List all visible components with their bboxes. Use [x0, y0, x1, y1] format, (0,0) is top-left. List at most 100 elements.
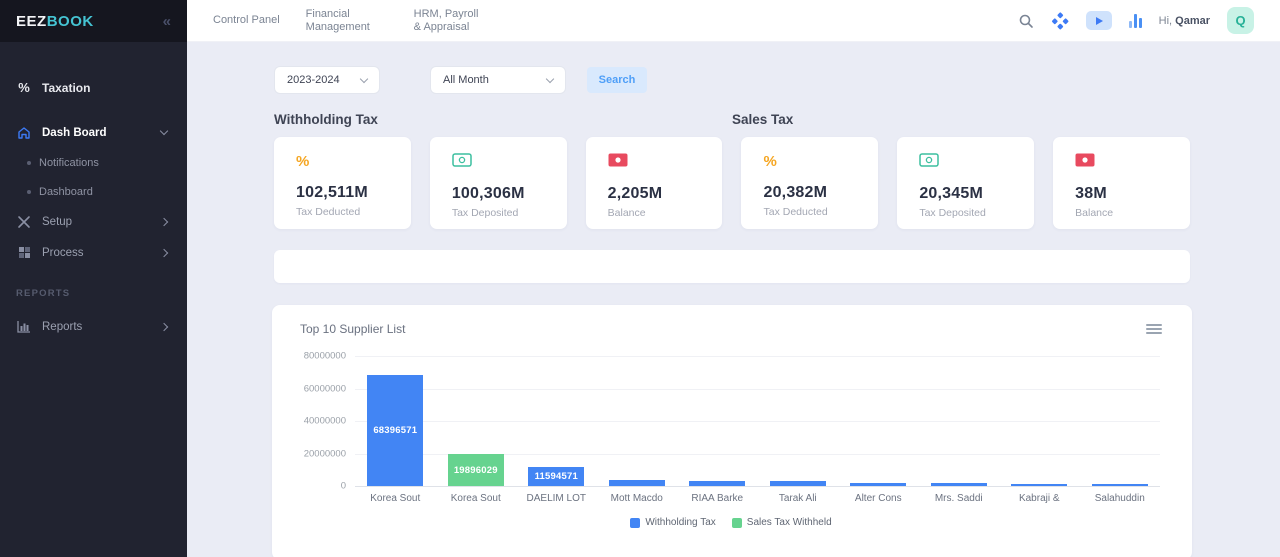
- home-icon: [16, 126, 32, 140]
- x-category-label: Alter Cons: [838, 493, 919, 504]
- y-tick: 60000000: [304, 383, 346, 394]
- play-triangle: [1096, 17, 1103, 25]
- x-axis-line: [355, 486, 1160, 487]
- card-st-tax-deducted: % 20,382M Tax Deducted: [741, 137, 878, 229]
- percent-icon: %: [16, 80, 32, 95]
- legend-swatch: [630, 518, 640, 528]
- sidebar-item-dashboard-parent[interactable]: Dash Board: [0, 117, 187, 148]
- bar: [931, 483, 987, 486]
- sales-tax-title: Sales Tax: [732, 112, 1190, 127]
- sidebar-subitem-label: Dashboard: [39, 186, 93, 198]
- stat-label: Tax Deducted: [296, 206, 395, 218]
- x-category-label: Korea Sout: [436, 493, 517, 504]
- bar-slot: 68396571: [355, 356, 436, 486]
- stat-value: 102,511M: [296, 184, 395, 202]
- card-wht-tax-deposited: 100,306M Tax Deposited: [430, 137, 567, 229]
- y-tick: 80000000: [304, 351, 346, 362]
- sidebar-nav: % Taxation Dash Board Notifications Dash…: [0, 42, 187, 342]
- sidebar-item-notifications[interactable]: Notifications: [0, 148, 187, 177]
- bar-value-label: 11594571: [535, 471, 578, 482]
- sidebar-item-process[interactable]: Process: [0, 237, 187, 268]
- x-category-label: Mott Macdo: [597, 493, 678, 504]
- y-tick: 0: [341, 481, 346, 492]
- stat-cards-row: % 102,511M Tax Deducted 100,306M Tax Dep…: [274, 137, 1190, 229]
- stat-value: 100,306M: [452, 185, 551, 203]
- chart-legend: Withholding Tax Sales Tax Withheld: [300, 517, 1162, 528]
- bars-container: 68396571 19896029 11594571: [355, 356, 1160, 486]
- nav-control-panel[interactable]: Control Panel: [213, 14, 280, 27]
- legend-withholding-tax[interactable]: Withholding Tax: [630, 517, 715, 528]
- tools-icon: [16, 215, 32, 229]
- sidebar-section-label: REPORTS: [0, 288, 187, 299]
- chevron-right-icon: [160, 218, 168, 226]
- bullet-icon: [27, 190, 31, 194]
- x-category-label: Korea Sout: [355, 493, 436, 504]
- bar: [609, 480, 665, 486]
- nav-financial-management[interactable]: Financial Management: [306, 8, 388, 34]
- sidebar-item-reports[interactable]: Reports: [0, 311, 187, 342]
- sidebar-subitem-label: Notifications: [39, 157, 99, 169]
- empty-panel: [274, 250, 1190, 283]
- legend-sales-tax-withheld[interactable]: Sales Tax Withheld: [732, 517, 832, 528]
- header-actions: Hi, Qamar Q: [1018, 7, 1254, 34]
- sidebar-item-taxation[interactable]: % Taxation: [0, 72, 187, 103]
- percent-icon: %: [296, 155, 309, 169]
- sidebar-item-label: Dash Board: [42, 127, 107, 139]
- legend-swatch: [732, 518, 742, 528]
- year-select[interactable]: 2023-2024: [274, 66, 380, 94]
- supplier-chart-card: Top 10 Supplier List 80000000 60000000 4…: [272, 305, 1192, 557]
- sidebar-item-setup[interactable]: Setup: [0, 206, 187, 237]
- chart-plot: 80000000 60000000 40000000 20000000 0 68…: [355, 356, 1160, 486]
- stat-label: Tax Deposited: [452, 207, 551, 219]
- bar: 68396571: [367, 375, 423, 486]
- grid-icon: [16, 246, 32, 259]
- filter-bar: 2023-2024 All Month Search: [274, 66, 1280, 94]
- bar-slot: [999, 356, 1080, 486]
- x-category-label: Kabraji &: [999, 493, 1080, 504]
- withholding-tax-title: Withholding Tax: [274, 112, 732, 127]
- bar: [689, 481, 745, 486]
- month-select-value: All Month: [443, 74, 489, 86]
- avatar[interactable]: Q: [1227, 7, 1254, 34]
- bar: 19896029: [448, 454, 504, 486]
- x-category-label: Salahuddin: [1080, 493, 1161, 504]
- stat-label: Tax Deposited: [919, 207, 1018, 219]
- money-bill-icon: [1075, 153, 1095, 167]
- bar-slot: 19896029: [436, 356, 517, 486]
- bar-slot: [597, 356, 678, 486]
- bar-slot: [919, 356, 1000, 486]
- play-icon[interactable]: [1086, 11, 1112, 30]
- card-st-balance: 38M Balance: [1053, 137, 1190, 229]
- bar-value-label: 68396571: [373, 425, 417, 436]
- app-logo: EEZBOOK: [16, 13, 94, 30]
- card-wht-balance: 2,205M Balance: [586, 137, 723, 229]
- logo-text-secondary: BOOK: [47, 13, 94, 30]
- percent-icon: %: [763, 155, 776, 169]
- money-bill-icon: [919, 153, 939, 167]
- stat-label: Tax Deducted: [763, 206, 862, 218]
- month-select[interactable]: All Month: [430, 66, 566, 94]
- nav-hrm-payroll[interactable]: HRM, Payroll & Appraisal: [414, 8, 488, 34]
- chart-menu-icon[interactable]: [1146, 322, 1162, 336]
- sidebar-item-dashboard[interactable]: Dashboard: [0, 177, 187, 206]
- user-name: Qamar: [1175, 15, 1210, 27]
- bar: [770, 481, 826, 486]
- analytics-icon[interactable]: [1129, 14, 1142, 28]
- sidebar-header: EEZBOOK «: [0, 0, 187, 42]
- bar-slot: [677, 356, 758, 486]
- search-icon[interactable]: [1018, 13, 1034, 29]
- chart-title: Top 10 Supplier List: [300, 322, 405, 336]
- bar-slot: [758, 356, 839, 486]
- bar-slot: [838, 356, 919, 486]
- sidebar-collapse-icon[interactable]: «: [163, 13, 171, 30]
- search-button[interactable]: Search: [587, 67, 647, 93]
- card-wht-tax-deducted: % 102,511M Tax Deducted: [274, 137, 411, 229]
- main-content: 2023-2024 All Month Search Withholding T…: [187, 42, 1280, 557]
- apps-icon[interactable]: [1051, 12, 1069, 30]
- bar-slot: [1080, 356, 1161, 486]
- card-st-tax-deposited: 20,345M Tax Deposited: [897, 137, 1034, 229]
- stat-value: 20,382M: [763, 184, 862, 202]
- bullet-icon: [27, 161, 31, 165]
- sidebar-item-label: Setup: [42, 216, 72, 228]
- sidebar-item-label: Taxation: [42, 81, 90, 95]
